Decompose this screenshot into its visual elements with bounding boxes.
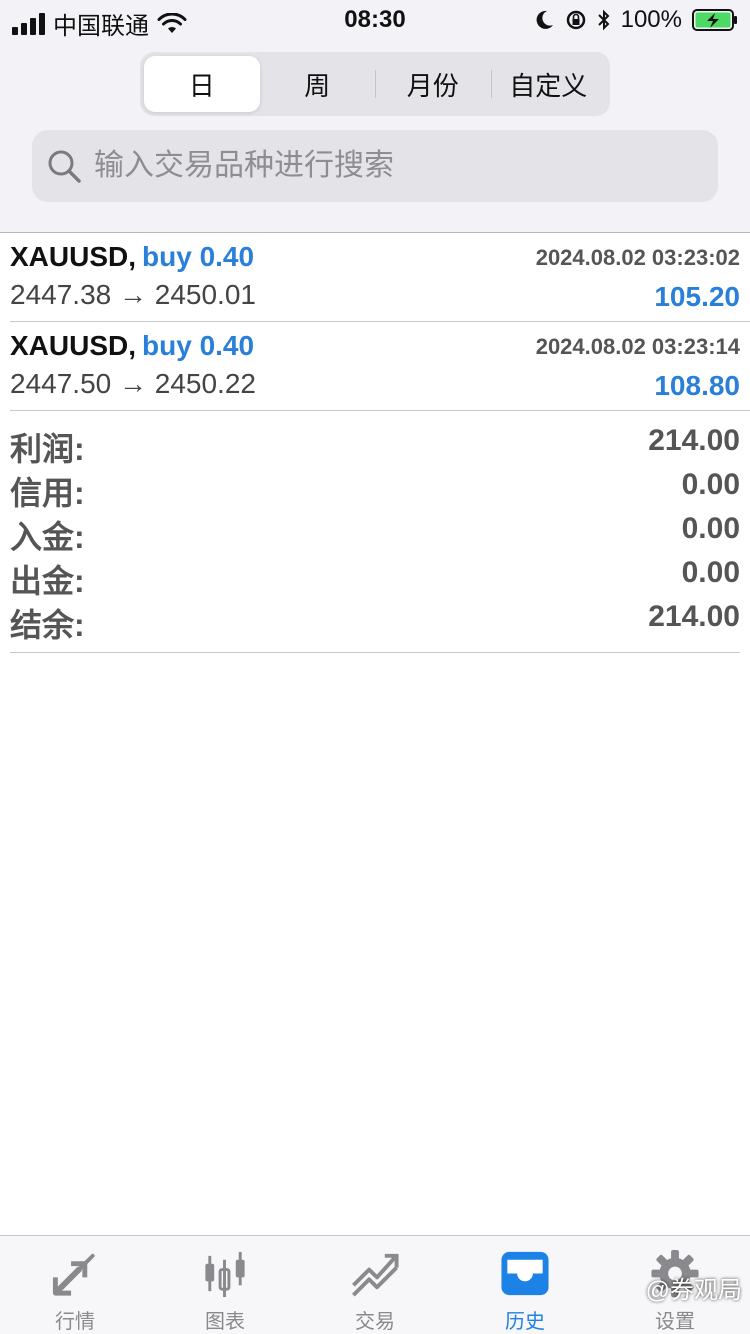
summary-label: 入金: <box>10 519 85 555</box>
trade-row[interactable]: XAUUSD, buy 0.40 2024.08.02 03:23:14 2447… <box>10 322 750 411</box>
search-box[interactable] <box>32 130 718 202</box>
trade-row-bottom: 2447.38 → 2450.01 105.20 <box>10 279 740 315</box>
tab-charts[interactable]: 图表 <box>150 1236 300 1334</box>
trade-symbol: XAUUSD, <box>10 241 137 272</box>
trade-row-top: XAUUSD, buy 0.40 2024.08.02 03:23:14 <box>10 330 740 364</box>
summary-balance: 结余: 214.00 <box>10 600 740 644</box>
trade-row-top: XAUUSD, buy 0.40 2024.08.02 03:23:02 <box>10 241 740 275</box>
trade-profit: 108.80 <box>654 370 740 401</box>
period-segmented-control: 日 周 月份 自定义 <box>140 52 610 116</box>
trade-prices: 2447.38 → 2450.01 <box>10 279 256 310</box>
segment-day[interactable]: 日 <box>144 56 260 112</box>
trade-row[interactable]: XAUUSD, buy 0.40 2024.08.02 03:23:02 2447… <box>10 233 750 322</box>
tab-label: 交易 <box>355 1311 395 1333</box>
trade-side: buy 0.40 <box>142 241 255 272</box>
summary-value: 214.00 <box>648 424 740 457</box>
watermark: @券观局 <box>645 1277 742 1304</box>
account-summary: 利润: 214.00 信用: 0.00 入金: 0.00 出金: 0.00 结余… <box>10 412 740 653</box>
tab-label: 行情 <box>55 1311 95 1333</box>
summary-value: 0.00 <box>681 556 740 589</box>
summary-value: 0.00 <box>681 468 740 501</box>
battery-charging-icon <box>692 9 737 31</box>
trade-symbol: XAUUSD, <box>10 330 137 361</box>
status-bar: 中国联通 08:30 100% <box>0 0 750 40</box>
trade-side: buy 0.40 <box>142 330 255 361</box>
trade-profit: 105.20 <box>654 281 740 312</box>
candlestick-chart-icon <box>205 1251 245 1298</box>
search-input[interactable] <box>94 149 694 183</box>
battery-percent: 100% <box>620 6 682 33</box>
moon-icon <box>536 10 553 29</box>
summary-value: 214.00 <box>648 600 740 633</box>
search-icon <box>48 150 81 183</box>
trade-time: 2024.08.02 03:23:14 <box>535 334 740 359</box>
rotation-lock-icon <box>566 10 585 30</box>
segment-custom[interactable]: 自定义 <box>490 56 607 112</box>
summary-withdrawal: 出金: 0.00 <box>10 556 740 600</box>
trade-time: 2024.08.02 03:23:02 <box>535 245 740 270</box>
tab-trade[interactable]: 交易 <box>300 1236 450 1334</box>
trade-trend-icon <box>352 1253 399 1297</box>
summary-profit: 利润: 214.00 <box>10 424 740 468</box>
history-inbox-icon <box>501 1251 549 1296</box>
screen: 中国联通 08:30 100% 日 周 月份 自定义 输入交易品种进行搜索 XA… <box>0 0 750 1334</box>
trade-prices: 2447.50 → 2450.22 <box>10 368 256 399</box>
tab-history[interactable]: 历史 <box>450 1236 600 1334</box>
tab-bar: 行情 图表 交易 历史 设置 <box>0 1235 750 1334</box>
summary-credit: 信用: 0.00 <box>10 468 740 512</box>
tab-quotes[interactable]: 行情 <box>0 1236 150 1334</box>
segment-week[interactable]: 周 <box>260 56 376 112</box>
summary-label: 出金: <box>10 563 85 599</box>
summary-value: 0.00 <box>681 512 740 545</box>
bluetooth-icon <box>597 9 610 31</box>
segment-month[interactable]: 月份 <box>375 56 491 112</box>
tab-label: 图表 <box>205 1311 245 1333</box>
status-right: 100% <box>533 6 738 34</box>
tab-label: 历史 <box>505 1311 545 1333</box>
summary-label: 结余: <box>10 607 85 643</box>
tab-label: 设置 <box>655 1311 695 1333</box>
quotes-arrows-icon <box>52 1253 95 1296</box>
trade-row-bottom: 2447.50 → 2450.22 108.80 <box>10 368 740 404</box>
summary-label: 信用: <box>10 475 85 511</box>
summary-label: 利润: <box>10 431 85 467</box>
summary-deposit: 入金: 0.00 <box>10 512 740 556</box>
header: 日 周 月份 自定义 <box>0 40 750 232</box>
trade-list: XAUUSD, buy 0.40 2024.08.02 03:23:02 2447… <box>0 233 750 411</box>
